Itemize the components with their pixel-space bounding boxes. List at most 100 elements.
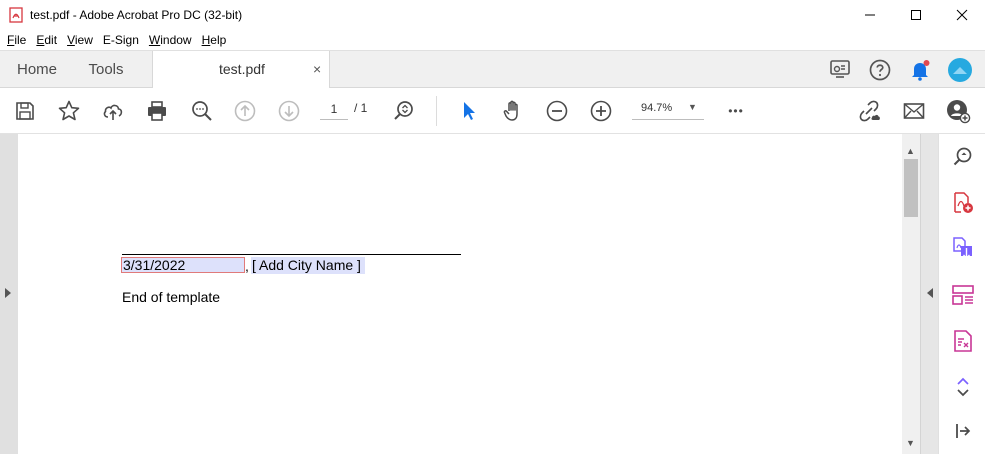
date-form-field[interactable]: 3/31/2022: [121, 257, 245, 273]
select-tool-button[interactable]: [455, 97, 483, 125]
title-bar: test.pdf - Adobe Acrobat Pro DC (32-bit): [0, 0, 985, 30]
account-avatar[interactable]: [947, 57, 973, 83]
zoom-level-select[interactable]: 94.7% ▼: [632, 98, 704, 120]
arrow-up-circle-icon: [234, 100, 256, 122]
left-navigation-pane-toggle[interactable]: [0, 134, 18, 454]
export-pdf-button[interactable]: [950, 236, 976, 262]
share-screen-button[interactable]: [827, 57, 853, 83]
email-button[interactable]: [900, 97, 928, 125]
enhance-scan-button[interactable]: [950, 144, 976, 170]
menu-file-label: ile: [14, 33, 27, 47]
find-button[interactable]: [188, 97, 216, 125]
vertical-scrollbar[interactable]: ▲ ▼: [902, 134, 920, 454]
edit-pdf-button[interactable]: [950, 328, 976, 354]
link-cloud-icon: [859, 100, 880, 122]
page-navigation-button[interactable]: [390, 97, 418, 125]
minimize-icon: [865, 14, 875, 16]
share-link-button[interactable]: [856, 97, 884, 125]
menu-view[interactable]: View: [62, 33, 98, 47]
page-number-input[interactable]: 1: [320, 98, 348, 120]
menu-view-mnemonic: V: [67, 33, 75, 47]
window-controls: [847, 0, 985, 30]
maximize-icon: [911, 10, 921, 20]
page-nav-magnifier-icon: [394, 101, 413, 120]
tab-document-label: test.pdf: [219, 61, 265, 77]
main-toolbar: 1 / 1 94.7% ▼ •••: [0, 88, 985, 134]
plus-circle-icon: [590, 100, 612, 122]
maximize-button[interactable]: [893, 0, 939, 30]
create-pdf-button[interactable]: [950, 190, 976, 216]
menu-esign[interactable]: E-Sign: [98, 33, 144, 47]
create-pdf-icon: [954, 192, 973, 213]
pdf-page: 3/31/2022 , [ Add City Name ] End of tem…: [18, 134, 902, 454]
signature-line: [122, 254, 461, 255]
tools-pane: [938, 134, 985, 454]
zoom-value: 94.7%: [641, 102, 673, 114]
close-button[interactable]: [939, 0, 985, 30]
chevron-right-icon: [5, 288, 11, 298]
help-button[interactable]: [867, 57, 893, 83]
previous-page-button[interactable]: [231, 97, 259, 125]
save-button[interactable]: [11, 97, 39, 125]
tab-document[interactable]: test.pdf ×: [152, 51, 330, 89]
collapse-right-icon: [956, 424, 971, 438]
menu-help-mnemonic: H: [201, 33, 211, 47]
collapse-pane-button[interactable]: [950, 418, 976, 444]
menu-edit-label: dit: [44, 33, 58, 47]
right-pane-toggle[interactable]: [920, 134, 938, 454]
scroll-up-icon[interactable]: ▲: [906, 146, 915, 156]
toolbar-separator: [436, 96, 437, 126]
menu-file[interactable]: File: [2, 33, 31, 47]
menu-help-label: elp: [210, 33, 227, 47]
next-page-button[interactable]: [275, 97, 303, 125]
menu-window[interactable]: Window: [144, 33, 197, 47]
bell-icon: [912, 60, 930, 81]
export-pdf-icon: [953, 237, 972, 259]
menu-window-label: indow: [160, 33, 192, 47]
menu-esign-label: E-Sign: [102, 33, 139, 47]
arrow-down-circle-icon: [278, 100, 300, 122]
upload-button[interactable]: [99, 97, 127, 125]
menu-help[interactable]: Help: [197, 33, 232, 47]
close-icon: [956, 9, 968, 21]
scroll-down-icon[interactable]: ▼: [906, 438, 915, 448]
envelope-icon: [903, 103, 925, 119]
tab-right-actions: [827, 55, 973, 85]
tab-tools[interactable]: Tools: [74, 51, 138, 88]
share-user-button[interactable]: [944, 97, 972, 125]
end-of-template-text: End of template: [122, 289, 221, 305]
city-form-field[interactable]: [ Add City Name ]: [251, 257, 365, 274]
chevron-down-icon: ▼: [688, 102, 697, 112]
page-total: / 1: [354, 101, 368, 115]
pdf-document-icon: [954, 330, 972, 352]
tab-home[interactable]: Home: [0, 51, 74, 88]
organize-pages-icon: [952, 285, 974, 305]
minus-circle-icon: [546, 100, 568, 122]
menu-edit[interactable]: Edit: [31, 33, 62, 47]
tab-bar: Home Tools test.pdf ×: [0, 50, 985, 89]
cursor-arrow-icon: [464, 102, 475, 120]
help-icon: [869, 59, 891, 81]
more-tools-button[interactable]: •••: [722, 97, 750, 125]
zoom-in-button[interactable]: [587, 97, 615, 125]
print-button[interactable]: [143, 97, 171, 125]
printer-icon: [148, 101, 166, 121]
add-user-icon: [947, 100, 971, 124]
save-icon: [16, 102, 34, 120]
menu-window-mnemonic: W: [148, 33, 161, 47]
organize-pages-button[interactable]: [950, 282, 976, 308]
avatar-icon: [948, 58, 972, 82]
hand-icon: [503, 100, 518, 121]
share-screen-icon: [830, 60, 850, 78]
expand-tools-button[interactable]: [950, 374, 976, 400]
notifications-button[interactable]: [907, 57, 933, 83]
chevron-expand-icon: [957, 377, 969, 397]
document-workspace: 3/31/2022 , [ Add City Name ] End of tem…: [0, 134, 985, 454]
scrollbar-thumb[interactable]: [904, 159, 918, 217]
minimize-button[interactable]: [847, 0, 893, 30]
zoom-out-button[interactable]: [543, 97, 571, 125]
hand-tool-button[interactable]: [499, 97, 527, 125]
menu-bar: File Edit View E-Sign Window Help: [0, 30, 985, 50]
bookmark-button[interactable]: [55, 97, 83, 125]
tab-close-icon[interactable]: ×: [313, 61, 321, 77]
